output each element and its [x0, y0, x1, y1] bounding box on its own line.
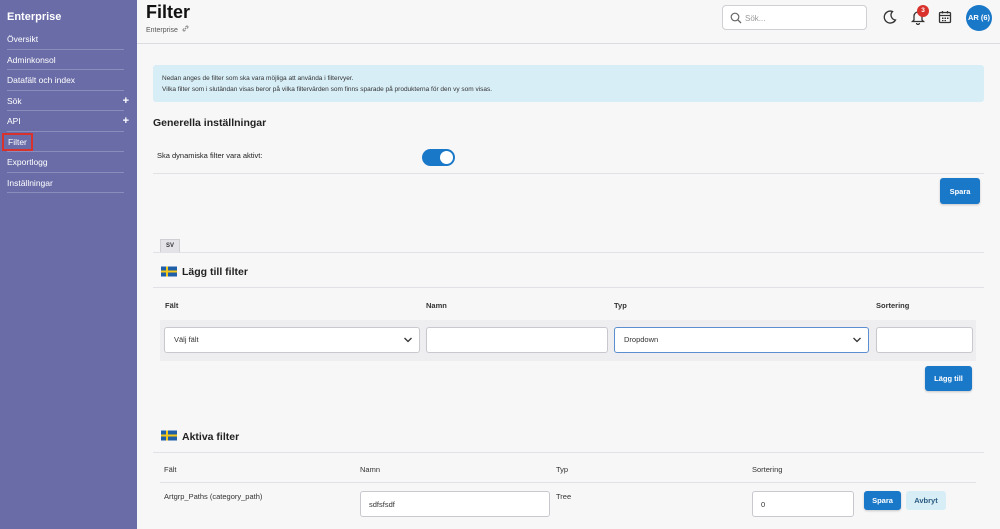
page-title: Filter	[146, 2, 191, 22]
sidebar-item-label: Sök	[7, 95, 22, 106]
link-icon[interactable]	[182, 25, 189, 34]
active-filters-title: Aktiva filter	[182, 431, 240, 443]
sidebar-item-exportlogg[interactable]: Exportlogg	[7, 152, 124, 173]
col-header-sort: Sortering	[752, 465, 783, 474]
save-general-button[interactable]: Spara	[940, 178, 980, 204]
col-header-sort: Sortering	[876, 301, 910, 310]
divider	[153, 452, 984, 453]
info-box: Nedan anges de filter som ska vara möjli…	[153, 65, 984, 102]
moon-icon[interactable]	[882, 9, 898, 25]
sidebar-item-oversikt[interactable]: Översikt	[7, 29, 124, 50]
add-filter-title: Lägg till filter	[182, 266, 248, 278]
search-box[interactable]	[722, 5, 867, 30]
dynamic-filter-label: Ska dynamiska filter vara aktivt:	[157, 151, 263, 160]
sidebar-item-adminkonsol[interactable]: Adminkonsol	[7, 50, 124, 70]
col-header-field: Fält	[164, 465, 177, 474]
toggle-knob	[440, 151, 453, 164]
search-input[interactable]	[745, 11, 860, 25]
sidebar-item-sok[interactable]: Sök +	[7, 91, 129, 111]
divider	[153, 287, 984, 288]
name-input[interactable]	[426, 327, 608, 353]
chevron-down-icon	[853, 337, 861, 343]
sidebar-item-installningar[interactable]: Inställningar	[7, 173, 124, 193]
breadcrumb: Enterprise	[146, 25, 189, 34]
sidebar-title: Enterprise	[7, 11, 62, 23]
sidebar-item-api[interactable]: API +	[7, 111, 129, 132]
sort-input[interactable]	[876, 327, 973, 353]
sidebar-item-label: Filter	[2, 132, 33, 151]
col-header-type: Typ	[556, 465, 569, 474]
general-settings-title: Generella inställningar	[153, 117, 267, 129]
chevron-down-icon	[404, 337, 412, 343]
sidebar-item-label: API	[7, 116, 21, 126]
sidebar-item-filter[interactable]: Filter	[2, 132, 124, 152]
expand-plus-icon[interactable]: +	[123, 111, 129, 131]
active-filter-sort-input[interactable]	[752, 491, 854, 517]
col-header-name: Namn	[360, 465, 381, 474]
field-select-value: Välj fält	[174, 335, 199, 344]
tab-language-sv[interactable]: SV	[160, 239, 180, 252]
calendar-icon[interactable]	[937, 9, 953, 25]
save-active-filter-button[interactable]: Spara	[864, 491, 901, 510]
sidebar-item-datafalt[interactable]: Datafält och index	[7, 70, 124, 91]
expand-plus-icon[interactable]: +	[123, 91, 129, 111]
type-select[interactable]: Dropdown	[614, 327, 869, 353]
tab-divider	[153, 252, 984, 253]
breadcrumb-item[interactable]: Enterprise	[146, 27, 178, 34]
sidebar: Enterprise Översikt Adminkonsol Datafält…	[0, 0, 137, 529]
sidebar-item-label: Adminkonsol	[7, 54, 56, 65]
type-select-value: Dropdown	[624, 335, 659, 344]
swedish-flag-icon	[161, 266, 177, 277]
sidebar-item-label: Översikt	[7, 34, 39, 44]
col-header-type: Typ	[614, 301, 627, 310]
col-header-field: Fält	[165, 301, 179, 310]
header-divider	[137, 43, 1000, 44]
notification-badge: 3	[917, 5, 929, 17]
add-filter-button[interactable]: Lägg till	[925, 366, 972, 391]
dynamic-filter-toggle[interactable]	[422, 149, 455, 166]
info-text-line-1: Nedan anges de filter som ska vara möjli…	[162, 75, 354, 82]
field-select[interactable]: Välj fält	[164, 327, 420, 353]
sidebar-item-label: Inställningar	[7, 177, 53, 188]
search-icon	[730, 12, 742, 24]
avatar[interactable]: AR (6)	[966, 5, 992, 31]
active-filter-field: Artgrp_Paths (category_path)	[164, 492, 263, 501]
active-filter-type: Tree	[556, 492, 572, 501]
sidebar-item-label: Datafält och index	[7, 75, 76, 85]
cancel-active-filter-button[interactable]: Avbryt	[906, 491, 946, 510]
active-filter-name-input[interactable]	[360, 491, 550, 517]
divider	[153, 173, 984, 174]
col-header-name: Namn	[426, 301, 447, 310]
sidebar-item-label: Exportlogg	[7, 157, 48, 167]
swedish-flag-icon	[161, 430, 177, 441]
divider	[160, 482, 976, 483]
info-text-line-2: Vilka filter som i slutändan visas beror…	[162, 86, 493, 93]
